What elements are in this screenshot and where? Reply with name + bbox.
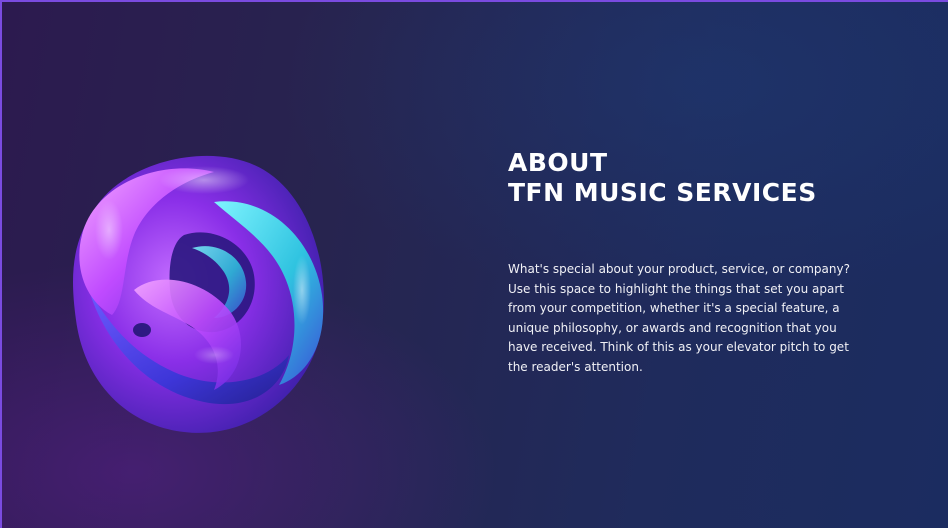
about-section: ABOUT TFN MUSIC SERVICES What's special … — [0, 0, 948, 528]
about-description: What's special about your product, servi… — [508, 262, 850, 374]
page-title: ABOUT TFN MUSIC SERVICES — [508, 148, 817, 208]
page-title-line-1: ABOUT — [508, 148, 608, 177]
page-title-line-2: TFN MUSIC SERVICES — [508, 178, 817, 207]
abstract-sculpture-image — [73, 155, 324, 433]
